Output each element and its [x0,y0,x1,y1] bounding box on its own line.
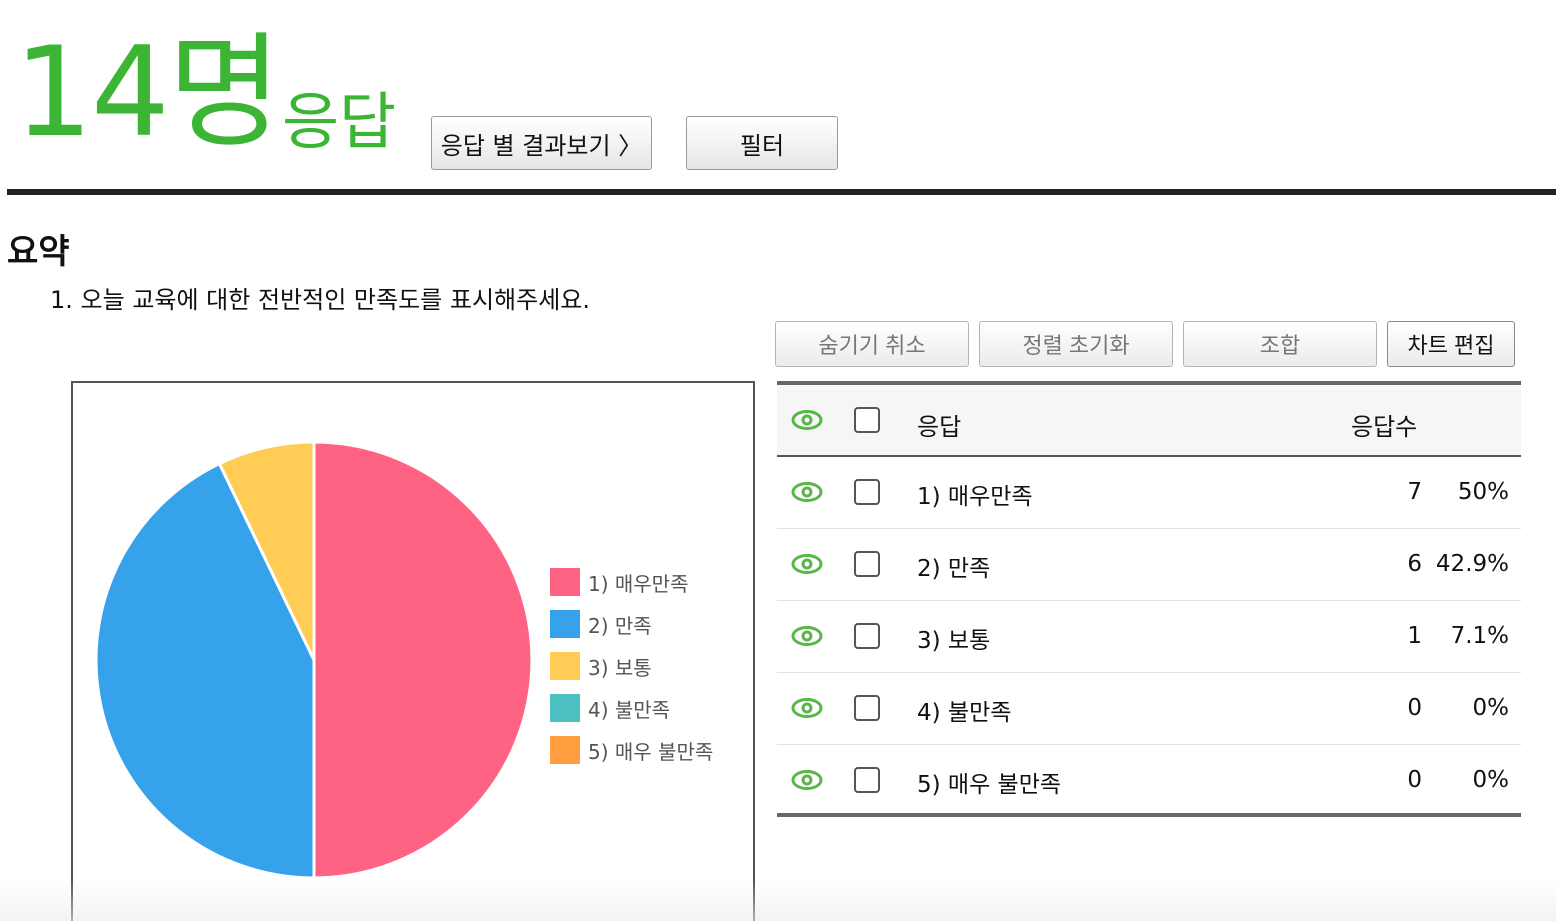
row-label: 5) 매우 불만족 [917,772,1062,798]
row-percent: 0% [1472,695,1510,721]
unhide-button[interactable]: 숨기기 취소 [775,321,969,367]
legend-swatch [550,568,580,596]
header-divider [7,189,1556,195]
table-row: 2) 만족 6 42.9% [777,529,1521,601]
table-row: 1) 매우만족 7 50% [777,457,1521,529]
table-header: 응답 응답수 [777,385,1521,457]
row-checkbox[interactable] [854,479,880,505]
legend-item[interactable]: 4) 불만족 [550,687,713,729]
select-all-checkbox[interactable] [854,407,880,433]
row-label: 2) 만족 [917,556,991,582]
question-text: 1. 오늘 교육에 대한 전반적인 만족도를 표시해주세요. [50,286,590,314]
eye-icon[interactable] [791,697,823,719]
row-label: 1) 매우만족 [917,484,1033,510]
eye-icon[interactable] [791,409,823,431]
row-percent: 50% [1457,479,1509,505]
legend-label: 5) 매우 불만족 [588,739,714,764]
legend-label: 1) 매우만족 [588,571,689,596]
eye-icon[interactable] [791,769,823,791]
summary-title: 요약 [7,232,70,272]
view-by-response-button[interactable]: 응답 별 결과보기 〉 [431,116,652,170]
legend-swatch [550,694,580,722]
eye-icon[interactable] [791,625,823,647]
chart-legend: 1) 매우만족 2) 만족 3) 보통 4) 불만족 5) 매우 불만족 [550,561,713,771]
row-count: 0 [1407,695,1422,721]
row-count: 6 [1407,551,1422,577]
row-checkbox[interactable] [854,695,880,721]
row-percent: 7.1% [1450,623,1509,649]
row-percent: 0% [1472,767,1510,793]
header-response: 응답 [917,413,962,441]
legend-label: 4) 불만족 [588,697,671,722]
legend-item[interactable]: 1) 매우만족 [550,561,713,603]
row-label: 3) 보통 [917,628,991,654]
edit-chart-button[interactable]: 차트 편집 [1387,321,1515,367]
legend-swatch [550,736,580,764]
legend-item[interactable]: 3) 보통 [550,645,713,687]
row-count: 7 [1407,479,1422,505]
table-row: 4) 불만족 0 0% [777,673,1521,745]
filter-button[interactable]: 필터 [686,116,838,170]
legend-label: 2) 만족 [588,613,652,638]
combine-button[interactable]: 조합 [1183,321,1377,367]
table-row: 5) 매우 불만족 0 0% [777,745,1521,817]
pie-slice[interactable] [312,440,534,880]
legend-label: 3) 보통 [588,655,652,680]
row-checkbox[interactable] [854,623,880,649]
eye-icon[interactable] [791,481,823,503]
row-label: 4) 불만족 [917,700,1012,726]
legend-swatch [550,610,580,638]
row-count: 1 [1407,623,1422,649]
legend-item[interactable]: 5) 매우 불만족 [550,729,713,771]
response-count-suffix: 응답 [282,85,397,158]
legend-swatch [550,652,580,680]
row-percent: 42.9% [1435,551,1509,577]
legend-item[interactable]: 2) 만족 [550,603,713,645]
reset-sort-button[interactable]: 정렬 초기화 [979,321,1173,367]
header-count: 응답수 [1351,413,1418,441]
row-checkbox[interactable] [854,767,880,793]
response-table: 응답 응답수 1) 매우만족 7 50% 2) 만족 6 42.9% 3) 보통… [777,381,1521,817]
eye-icon[interactable] [791,553,823,575]
row-checkbox[interactable] [854,551,880,577]
row-count: 0 [1407,767,1422,793]
pie-chart-panel: 1) 매우만족 2) 만족 3) 보통 4) 불만족 5) 매우 불만족 [71,381,755,921]
table-row: 3) 보통 1 7.1% [777,601,1521,673]
response-count: 14명 [14,21,282,165]
